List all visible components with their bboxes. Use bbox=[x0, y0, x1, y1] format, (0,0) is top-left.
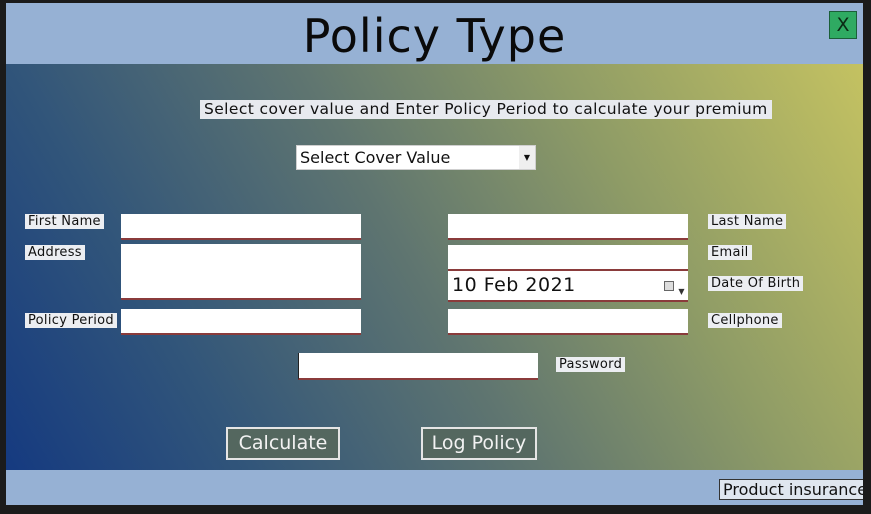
address-field[interactable] bbox=[121, 244, 361, 300]
title-bar: Policy Type X bbox=[6, 3, 863, 64]
date-of-birth-value: 10 Feb 2021 bbox=[452, 274, 576, 296]
policy-period-field[interactable] bbox=[121, 309, 361, 335]
chevron-down-icon[interactable]: ▼ bbox=[678, 277, 685, 306]
email-label: Email bbox=[708, 245, 752, 260]
policy-type-window: Policy Type X Select cover value and Ent… bbox=[6, 3, 863, 505]
chevron-down-icon[interactable]: ▼ bbox=[519, 146, 535, 169]
log-policy-button[interactable]: Log Policy bbox=[421, 427, 537, 460]
password-label: Password bbox=[556, 357, 626, 372]
page-title: Policy Type bbox=[302, 9, 567, 63]
calculate-button[interactable]: Calculate bbox=[226, 427, 340, 460]
cellphone-label: Cellphone bbox=[708, 313, 782, 328]
instruction-text: Select cover value and Enter Policy Peri… bbox=[200, 100, 772, 119]
address-label: Address bbox=[25, 245, 85, 260]
bottom-bar: Product insurance bbox=[6, 470, 863, 505]
policy-period-label: Policy Period bbox=[25, 313, 117, 328]
last-name-label: Last Name bbox=[708, 214, 787, 229]
cellphone-field[interactable] bbox=[448, 309, 688, 335]
first-name-field[interactable] bbox=[121, 214, 361, 240]
last-name-field[interactable] bbox=[448, 214, 688, 240]
date-of-birth-label: Date Of Birth bbox=[708, 276, 804, 291]
email-field[interactable] bbox=[448, 245, 688, 271]
password-field[interactable] bbox=[298, 353, 538, 380]
first-name-label: First Name bbox=[25, 214, 104, 229]
close-button[interactable]: X bbox=[829, 11, 857, 39]
date-of-birth-picker[interactable]: 10 Feb 2021 ▼ bbox=[448, 271, 688, 302]
form-panel: Select cover value and Enter Policy Peri… bbox=[6, 64, 863, 470]
cover-value-selected: Select Cover Value bbox=[300, 148, 451, 167]
product-insurance-label: Product insurance bbox=[719, 479, 863, 500]
calendar-icon[interactable] bbox=[664, 281, 674, 291]
cover-value-select[interactable]: Select Cover Value ▼ bbox=[296, 145, 536, 170]
